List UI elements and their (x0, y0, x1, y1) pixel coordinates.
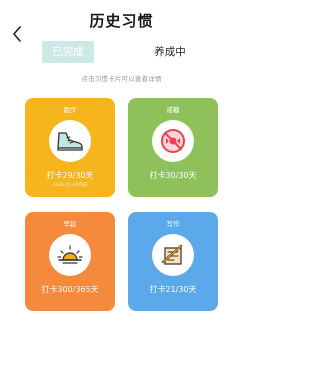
tab-in-progress[interactable]: 养成中 (144, 41, 196, 63)
hint-text: 点击习惯卡片可以查看详情 (81, 75, 162, 83)
habit-card-progress: 打卡21/30天 (149, 285, 197, 294)
habit-card-progress: 打卡30/30天 (149, 171, 197, 180)
habit-icon-badge (152, 120, 194, 162)
habit-card-early-rise[interactable]: 早起 打卡300/365天 (25, 212, 115, 311)
sunrise-icon (57, 245, 83, 264)
habit-card-progress: 打卡29/30天 (46, 171, 94, 180)
habit-icon-badge (49, 234, 91, 276)
habit-card-title: 写作 (166, 220, 180, 228)
habit-card-running[interactable]: 跑步 打卡29/30天 2020.05.08完成 (25, 98, 115, 197)
habit-card-progress: 打卡300/365天 (41, 285, 99, 294)
no-candy-icon (161, 129, 185, 153)
tab-completed[interactable]: 已完成 (42, 41, 94, 63)
sneaker-icon (57, 132, 83, 151)
habit-card-title: 跑步 (63, 106, 77, 114)
habit-card-writing[interactable]: 写作 打卡21/30天 (128, 212, 218, 311)
habit-icon-badge (49, 120, 91, 162)
writing-icon (161, 244, 183, 265)
history-habits-screen: 历史习惯 已完成 养成中 点击习惯卡片可以查看详情 跑步 打卡29/30天 20… (0, 0, 243, 372)
page-title: 历史习惯 (89, 12, 154, 30)
tab-bar: 已完成 养成中 (0, 41, 243, 63)
habit-card-quit-sugar[interactable]: 戒糖 打卡30/30天 (128, 98, 218, 197)
habit-card-title: 戒糖 (166, 106, 180, 114)
habit-icon-badge (152, 234, 194, 276)
habit-card-date: 2020.05.08完成 (52, 183, 88, 188)
habit-card-title: 早起 (63, 220, 77, 228)
